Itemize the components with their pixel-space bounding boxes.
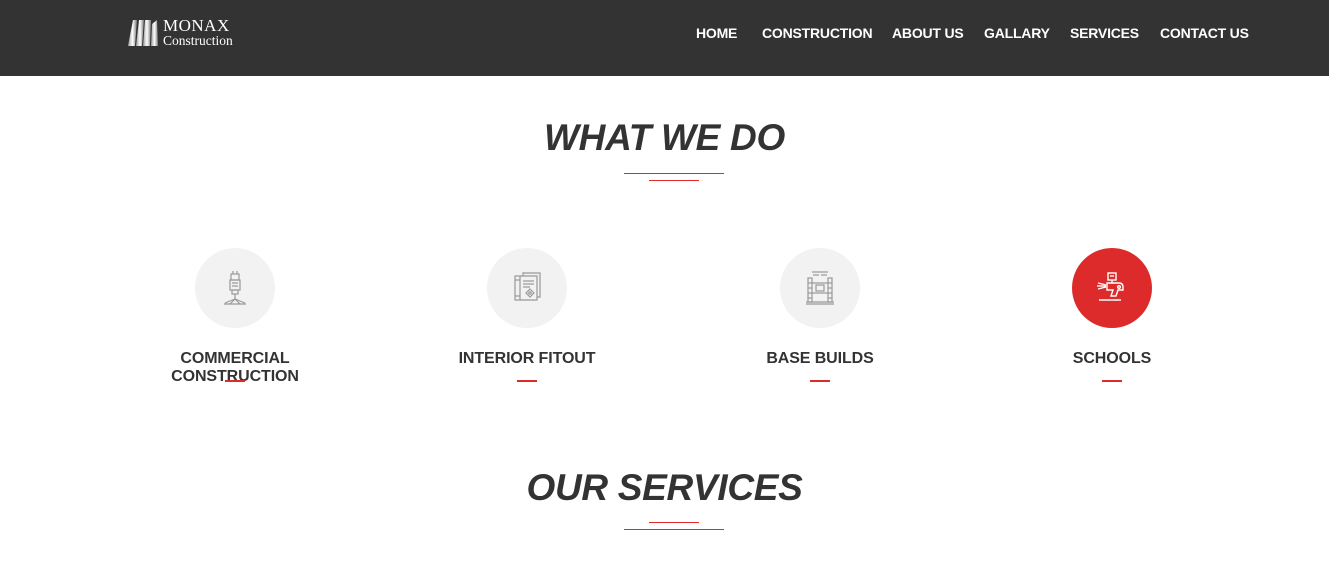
- feature-underline: [810, 380, 830, 382]
- feature-label: SCHOOLS: [1072, 350, 1152, 367]
- services-divider-short: [649, 522, 699, 523]
- feature-label: BASE BUILDS: [766, 350, 874, 367]
- feature-underline: [1102, 380, 1122, 382]
- spray-gun-icon: [1097, 272, 1124, 301]
- what-we-do-title: WHAT WE DO: [544, 117, 785, 158]
- feature-icon-circle: [1072, 248, 1152, 328]
- title-divider-short: [649, 180, 699, 181]
- logo-name: MONAX: [163, 15, 230, 35]
- our-services-title: OUR SERVICES: [526, 467, 803, 508]
- feature-underline: [517, 380, 537, 382]
- site-logo[interactable]: MONAX Construction: [126, 14, 233, 50]
- feature-icon-circle: [780, 248, 860, 328]
- nav-about-us[interactable]: ABOUT US: [892, 25, 964, 41]
- drill-icon: [224, 271, 246, 305]
- feature-underline: [225, 380, 245, 382]
- logo-mark-icon: [128, 20, 158, 46]
- title-divider: [624, 173, 724, 174]
- building-frame-icon: [806, 271, 834, 305]
- nav-services[interactable]: SERVICES: [1070, 25, 1139, 41]
- feature-icon-circle: [487, 248, 567, 328]
- nav-construction[interactable]: CONSTRUCTION: [762, 25, 873, 41]
- nav-gallary[interactable]: GALLARY: [984, 25, 1050, 41]
- feature-label: INTERIOR FITOUT: [458, 350, 596, 367]
- logo-subtitle: Construction: [163, 32, 233, 48]
- site-header: MONAX Construction HOME CONSTRUCTION ABO…: [0, 0, 1329, 76]
- feature-icon-circle: [195, 248, 275, 328]
- nav-home[interactable]: HOME: [696, 25, 737, 41]
- blueprint-icon: [514, 272, 541, 301]
- services-divider: [624, 529, 724, 530]
- nav-contact-us[interactable]: CONTACT US: [1160, 25, 1249, 41]
